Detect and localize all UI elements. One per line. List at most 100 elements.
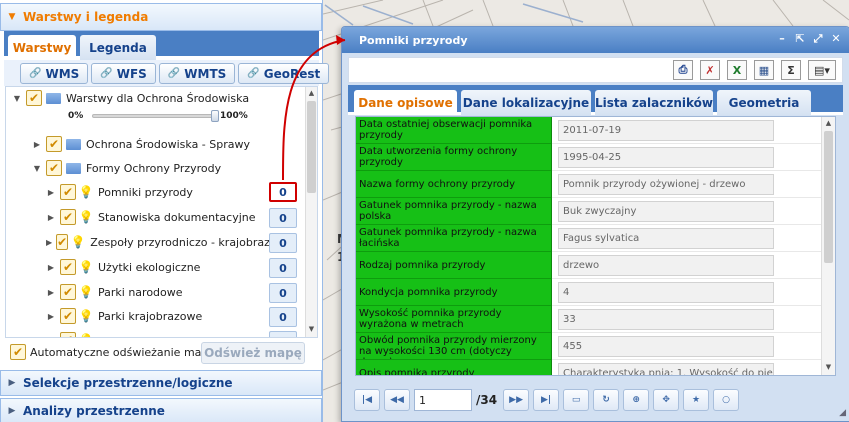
expand-icon[interactable]: ▼ bbox=[12, 94, 22, 103]
tree-layer[interactable]: ▶ ✔ 💡 Pomniki przyrody bbox=[46, 181, 193, 203]
layer-count-badge[interactable]: 0 bbox=[269, 233, 297, 253]
attribute-value[interactable]: 455 bbox=[558, 336, 774, 357]
collapse-icon: ▼ bbox=[8, 12, 16, 22]
attribute-value[interactable]: 1995-04-25 bbox=[558, 147, 774, 168]
wmts-button[interactable]: 🔗 WMTS bbox=[158, 63, 236, 84]
tree-layer[interactable]: ▶ ✔ 💡 Parki krajobrazowe bbox=[46, 305, 202, 327]
layer-checkbox[interactable]: ✔ bbox=[60, 184, 76, 200]
tree-layer[interactable]: ▶ ✔ 💡 Parki narodowe bbox=[46, 281, 183, 303]
scroll-down-icon[interactable]: ▼ bbox=[822, 363, 835, 371]
expand-icon[interactable]: ▼ bbox=[32, 164, 42, 173]
expand-icon[interactable]: ▶ bbox=[32, 140, 42, 149]
scroll-up-icon[interactable]: ▲ bbox=[822, 119, 835, 127]
table-row: Kondycja pomnika przyrody 4 bbox=[356, 279, 821, 306]
layer-count-badge[interactable]: 0 bbox=[269, 307, 297, 327]
refresh-icon[interactable]: ↻ bbox=[593, 389, 620, 411]
folder-icon[interactable]: ▭ bbox=[563, 389, 590, 411]
layer-count-badge[interactable]: 0 bbox=[269, 258, 297, 278]
expand-icon[interactable]: ▶ bbox=[46, 288, 56, 297]
sum-icon[interactable]: Σ bbox=[781, 60, 801, 80]
selections-header[interactable]: ▶ Selekcje przestrzenne/logiczne bbox=[0, 370, 322, 396]
table-icon[interactable]: ▦ bbox=[754, 60, 774, 80]
wms-button[interactable]: 🔗 WMS bbox=[20, 63, 89, 84]
layer-checkbox[interactable]: ✔ bbox=[60, 332, 76, 337]
refresh-map-button[interactable]: Odśwież mapę bbox=[201, 342, 305, 364]
tree-scrollbar[interactable]: ▲ ▼ bbox=[305, 87, 317, 337]
first-page-icon[interactable]: |◀ bbox=[354, 389, 380, 411]
expand-icon[interactable]: ▶ bbox=[46, 188, 56, 197]
restore-icon[interactable]: ⤢ bbox=[813, 32, 823, 46]
attribute-value[interactable]: Fagus sylvatica bbox=[558, 228, 774, 249]
tab-dane-opisowe[interactable]: Dane opisowe bbox=[354, 90, 457, 115]
attribute-value[interactable]: Pomnik przyrody ożywionej - drzewo bbox=[558, 174, 774, 195]
wfs-button[interactable]: 🔗 WFS bbox=[91, 63, 156, 84]
layer-count-badge[interactable]: 0 bbox=[269, 283, 297, 303]
layer-count-badge[interactable]: 0 bbox=[269, 208, 297, 228]
attribute-value[interactable]: Charakterystyka pnia: 1. Wysokość do pie… bbox=[558, 363, 774, 375]
last-page-icon[interactable]: ▶| bbox=[533, 389, 560, 411]
print-icon[interactable]: ⎙ bbox=[673, 60, 693, 80]
filter-icon[interactable]: ▤▾ bbox=[808, 60, 836, 80]
opacity-slider[interactable] bbox=[92, 114, 217, 118]
excel-icon[interactable]: X bbox=[727, 60, 747, 80]
close-icon[interactable]: ✕ bbox=[831, 32, 841, 46]
expand-icon[interactable]: ▶ bbox=[46, 312, 56, 321]
scroll-down-icon[interactable]: ▼ bbox=[306, 325, 317, 333]
tree-layer[interactable]: ▶ ✔ 💡 Zespoły przyrodniczo - krajobrazow… bbox=[46, 231, 269, 253]
tree-group-sprawy[interactable]: ▶ ✔ Ochrona Środowiska - Sprawy bbox=[32, 133, 250, 155]
clear-icon[interactable]: ✗ bbox=[700, 60, 720, 80]
tab-geometria[interactable]: Geometria bbox=[717, 90, 811, 115]
circle-icon[interactable]: ○ bbox=[713, 389, 740, 411]
auto-refresh-checkbox[interactable]: ✔ bbox=[10, 344, 26, 360]
attribute-value[interactable]: Buk zwyczajny bbox=[558, 201, 774, 222]
expand-icon[interactable]: ▶ bbox=[46, 238, 52, 247]
georest-button[interactable]: 🔗 GeoRest bbox=[238, 63, 330, 84]
opacity-slider-thumb[interactable] bbox=[211, 110, 219, 122]
layer-checkbox[interactable]: ✔ bbox=[46, 160, 62, 176]
tree-layer[interactable]: ▶ ✔ 💡 Stanowiska dokumentacyjne bbox=[46, 206, 256, 228]
layers-legend-header[interactable]: ▼ Warstwy i legenda bbox=[0, 3, 322, 31]
auto-refresh-row[interactable]: ✔ Automatyczne odświeżanie mapy bbox=[10, 342, 215, 362]
tree-root[interactable]: ▼ ✔ Warstwy dla Ochrona Środowiska bbox=[12, 87, 249, 109]
page-number-input[interactable] bbox=[414, 389, 472, 411]
zoom-to-icon[interactable]: ⊕ bbox=[623, 389, 650, 411]
star-icon[interactable]: ★ bbox=[683, 389, 710, 411]
scrollbar-thumb[interactable] bbox=[824, 131, 833, 263]
tree-layer[interactable]: ▶ ✔ 💡 Użytki ekologiczne bbox=[46, 256, 200, 278]
layer-checkbox[interactable]: ✔ bbox=[60, 259, 76, 275]
layer-count-badge[interactable]: 0 bbox=[269, 331, 297, 337]
attribute-value[interactable]: 33 bbox=[558, 309, 774, 330]
expand-icon[interactable]: ▶ bbox=[46, 213, 56, 222]
layer-checkbox[interactable]: ✔ bbox=[26, 90, 42, 106]
layer-checkbox[interactable]: ✔ bbox=[60, 209, 76, 225]
tab-warstwy[interactable]: Warstwy bbox=[8, 35, 76, 60]
scrollbar-thumb[interactable] bbox=[307, 101, 316, 193]
layer-count-badge[interactable]: 0 bbox=[269, 182, 297, 202]
tab-legenda[interactable]: Legenda bbox=[80, 35, 156, 60]
attribute-value[interactable]: 4 bbox=[558, 282, 774, 303]
popout-icon[interactable]: ⇱ bbox=[795, 32, 805, 46]
window-title-bar[interactable]: Pomniki przyrody – ⇱ ⤢ ✕ bbox=[342, 27, 849, 53]
scroll-up-icon[interactable]: ▲ bbox=[306, 89, 317, 97]
resize-grip-icon[interactable]: ◢ bbox=[839, 408, 846, 418]
lightbulb-icon: 💡 bbox=[78, 260, 94, 274]
layer-checkbox[interactable]: ✔ bbox=[56, 234, 69, 250]
tree-group-formy[interactable]: ▼ ✔ Formy Ochrony Przyrody bbox=[32, 157, 221, 179]
tab-lista-zalacznikow[interactable]: Lista zalaczników bbox=[595, 90, 713, 115]
attribute-value[interactable]: drzewo bbox=[558, 255, 774, 276]
tree-layer[interactable]: ▶ ✔ 💡 bbox=[46, 329, 98, 338]
pan-icon[interactable]: ✥ bbox=[653, 389, 680, 411]
analysis-header[interactable]: ▶ Analizy przestrzenne bbox=[0, 398, 322, 422]
layer-checkbox[interactable]: ✔ bbox=[60, 284, 76, 300]
grid-scrollbar[interactable]: ▲ ▼ bbox=[821, 117, 835, 375]
expand-icon[interactable]: ▶ bbox=[46, 336, 56, 338]
next-page-icon[interactable]: ▶▶ bbox=[503, 389, 530, 411]
layer-checkbox[interactable]: ✔ bbox=[60, 308, 76, 324]
attribute-value[interactable]: 2011-07-19 bbox=[558, 120, 774, 141]
expand-icon[interactable]: ▶ bbox=[46, 263, 56, 272]
attribute-label: Obwód pomnika przyrody mierzony na wysok… bbox=[356, 333, 552, 360]
prev-page-icon[interactable]: ◀◀ bbox=[384, 389, 410, 411]
minimize-icon[interactable]: – bbox=[777, 32, 787, 46]
layer-checkbox[interactable]: ✔ bbox=[46, 136, 62, 152]
tab-dane-lokalizacyjne[interactable]: Dane lokalizacyjne bbox=[461, 90, 591, 115]
